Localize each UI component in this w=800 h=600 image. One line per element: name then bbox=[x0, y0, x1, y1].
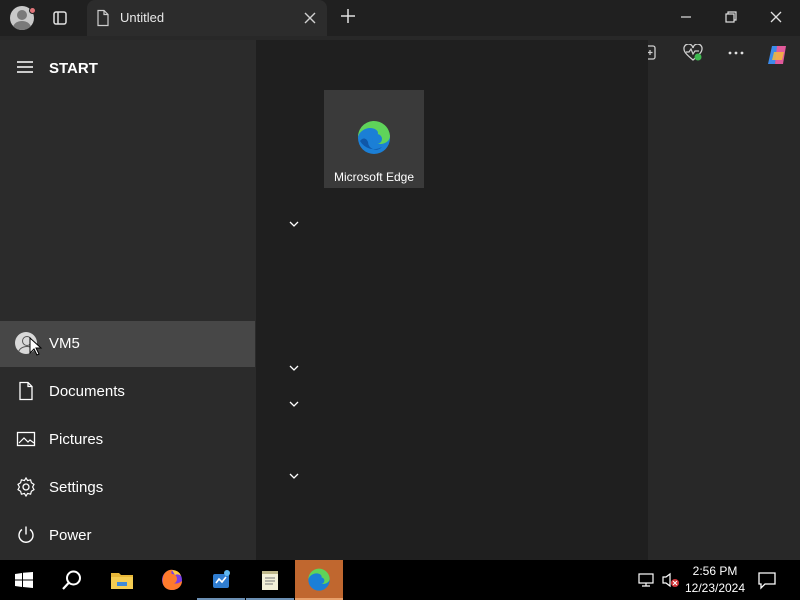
start-item-pictures[interactable]: Pictures bbox=[0, 417, 255, 463]
network-icon[interactable] bbox=[638, 572, 656, 588]
gear-icon bbox=[17, 476, 35, 498]
browser-essentials-icon[interactable] bbox=[683, 44, 703, 62]
search-icon bbox=[62, 570, 81, 590]
browser-title-bar: Untitled bbox=[0, 0, 800, 36]
start-item-documents[interactable]: Documents bbox=[0, 369, 255, 415]
settings-label: Settings bbox=[49, 479, 104, 496]
documents-label: Documents bbox=[49, 383, 125, 400]
start-title: START bbox=[49, 60, 98, 77]
power-icon bbox=[18, 526, 34, 543]
document-icon bbox=[97, 9, 109, 27]
tile-microsoft-edge[interactable]: Microsoft Edge bbox=[324, 90, 424, 188]
edge-icon bbox=[308, 568, 330, 591]
tab-actions-button[interactable] bbox=[48, 6, 72, 30]
task-manager-icon bbox=[213, 570, 230, 588]
pictures-label: Pictures bbox=[49, 431, 104, 448]
start-menu-left-pane: START VM5 Documents Pictures Settings Po… bbox=[0, 40, 256, 560]
firefox-icon bbox=[162, 569, 182, 590]
pictures-icon bbox=[16, 431, 36, 447]
more-options-icon[interactable] bbox=[727, 44, 745, 62]
start-menu-tiles-pane bbox=[256, 40, 648, 560]
search-button[interactable] bbox=[48, 560, 96, 600]
mouse-cursor-icon bbox=[29, 337, 43, 356]
taskbar-edge[interactable] bbox=[295, 560, 343, 600]
tab-actions-icon bbox=[53, 11, 67, 25]
taskbar-file-explorer[interactable] bbox=[98, 560, 146, 600]
document-icon bbox=[19, 381, 33, 401]
clock-time: 2:56 PM bbox=[692, 564, 738, 578]
notepad-icon bbox=[262, 571, 278, 590]
minimize-icon[interactable] bbox=[677, 8, 695, 26]
close-icon[interactable] bbox=[303, 11, 317, 25]
restore-icon[interactable] bbox=[722, 8, 740, 26]
windows-logo-icon bbox=[15, 572, 33, 588]
taskbar-firefox[interactable] bbox=[148, 560, 196, 600]
power-label: Power bbox=[49, 527, 92, 544]
clock-date: 12/23/2024 bbox=[684, 581, 746, 595]
chevron-down-icon[interactable] bbox=[288, 219, 300, 229]
new-tab-icon[interactable] bbox=[338, 6, 358, 26]
start-item-settings[interactable]: Settings bbox=[0, 465, 255, 511]
hamburger-menu-icon[interactable] bbox=[17, 60, 33, 74]
tile-label: Microsoft Edge bbox=[333, 170, 415, 184]
taskbar: 2:56 PM 12/23/2024 bbox=[0, 560, 800, 600]
start-button[interactable] bbox=[0, 560, 48, 600]
user-name: VM5 bbox=[49, 335, 80, 352]
tab-title: Untitled bbox=[120, 10, 165, 25]
volume-muted-icon[interactable] bbox=[662, 572, 680, 588]
profile-button[interactable] bbox=[8, 4, 36, 32]
system-clock[interactable]: 2:56 PM 12/23/2024 bbox=[680, 563, 750, 597]
chevron-down-icon[interactable] bbox=[288, 363, 300, 373]
copilot-icon[interactable] bbox=[766, 44, 790, 66]
chevron-down-icon[interactable] bbox=[288, 471, 300, 481]
browser-tab[interactable]: Untitled bbox=[87, 0, 327, 36]
notification-center-icon[interactable] bbox=[757, 570, 777, 590]
taskbar-notepad[interactable] bbox=[246, 560, 294, 600]
profile-notification-dot bbox=[29, 7, 36, 14]
start-header: START bbox=[0, 56, 256, 80]
file-explorer-icon bbox=[111, 573, 133, 589]
edge-icon bbox=[357, 120, 390, 154]
start-item-power[interactable]: Power bbox=[0, 513, 255, 559]
taskbar-task-manager[interactable] bbox=[197, 560, 245, 600]
chevron-down-icon[interactable] bbox=[288, 399, 300, 409]
window-close-icon[interactable] bbox=[767, 8, 785, 26]
